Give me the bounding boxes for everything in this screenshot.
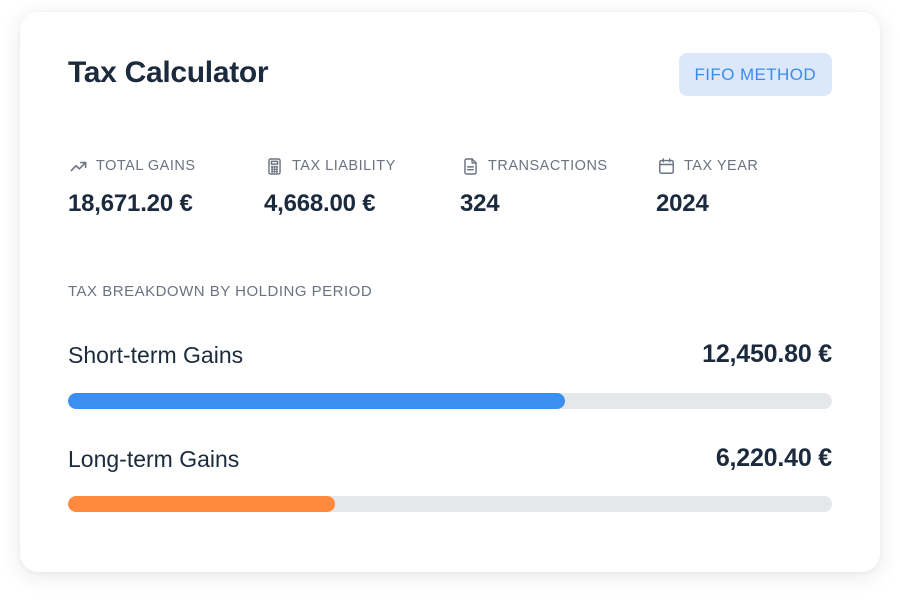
- short-term-label: Short-term Gains: [68, 342, 244, 368]
- long-term-value: 6,220.40 €: [715, 444, 832, 472]
- stat-tax-liability: TAX LIABILITY 4,668.00 €: [264, 155, 396, 218]
- short-term-progress-fill: [68, 393, 565, 409]
- long-term-label: Long-term Gains: [68, 446, 240, 472]
- page-title: Tax Calculator: [68, 56, 269, 89]
- stat-label: TAX LIABILITY: [292, 158, 396, 174]
- method-badge[interactable]: FIFO METHOD: [678, 53, 832, 96]
- document-icon: [460, 156, 480, 176]
- stat-label: TOTAL GAINS: [96, 158, 196, 174]
- stat-value: 18,671.20 €: [68, 190, 193, 217]
- stat-label: TAX YEAR: [684, 158, 759, 174]
- calendar-icon: [656, 156, 676, 176]
- short-term-progress-track: [68, 393, 832, 409]
- long-term-progress-fill: [68, 496, 336, 512]
- stats-row: TOTAL GAINS 18,671.20 € TAX LIABILITY 4,…: [68, 155, 848, 225]
- stat-label: TRANSACTIONS: [488, 158, 608, 174]
- stat-value: 324: [460, 190, 500, 217]
- short-term-value: 12,450.80 €: [702, 340, 832, 368]
- stat-value: 2024: [656, 190, 709, 217]
- long-term-progress-track: [68, 496, 832, 512]
- tax-calculator-card: Tax Calculator FIFO METHOD TOTAL GAINS 1…: [20, 12, 880, 572]
- calculator-icon: [264, 156, 284, 176]
- breakdown-title: TAX BREAKDOWN BY HOLDING PERIOD: [68, 283, 373, 300]
- stat-tax-year: TAX YEAR 2024: [656, 155, 758, 218]
- stat-value: 4,668.00 €: [264, 190, 376, 217]
- stat-total-gains: TOTAL GAINS 18,671.20 €: [68, 155, 196, 218]
- stat-transactions: TRANSACTIONS 324: [460, 155, 608, 218]
- trending-up-icon: [68, 156, 88, 176]
